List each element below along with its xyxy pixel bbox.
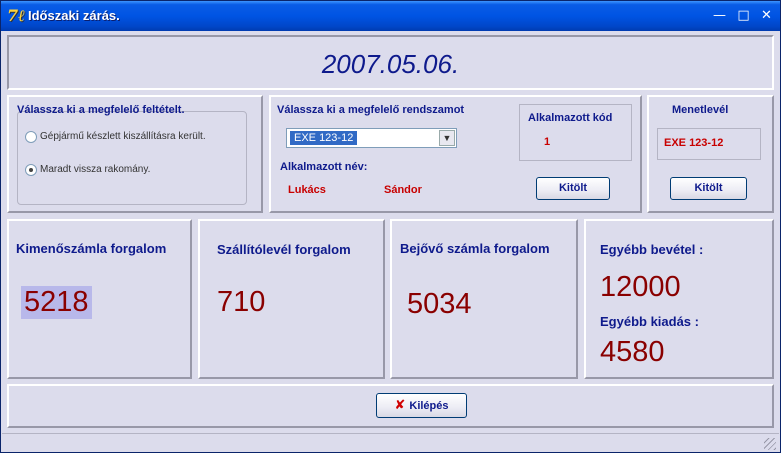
- main-window: 7ℓ Időszaki zárás. — □ ✕ 2007.05.06. Gép…: [0, 0, 781, 453]
- delivery-note-label: Szállítólevél forgalom: [217, 242, 351, 257]
- route-sheet-value: EXE 123-12: [664, 137, 724, 149]
- radio-remaining-load-label[interactable]: Maradt vissza rakomány.: [40, 164, 150, 175]
- employee-last-name: Sándor: [384, 184, 422, 196]
- delivery-note-value: 710: [217, 286, 266, 318]
- radio-delivered[interactable]: [25, 131, 37, 143]
- condition-title: Válassza ki a megfelelő feltételt.: [17, 104, 185, 116]
- incoming-invoice-value: 5034: [407, 288, 472, 320]
- app-logo-icon: 7ℓ: [7, 6, 25, 25]
- fill-vehicle-button[interactable]: Kitölt: [536, 177, 610, 200]
- chevron-down-icon[interactable]: ▼: [439, 130, 455, 146]
- date-panel: 2007.05.06.: [7, 35, 774, 90]
- status-bar: [2, 433, 779, 452]
- outgoing-invoice-value: 5218: [21, 286, 92, 319]
- radio-delivered-label[interactable]: Gépjármű készlett kiszállításra került.: [40, 131, 206, 142]
- plate-select-value: EXE 123-12: [290, 131, 358, 145]
- radio-selected-dot: [29, 168, 33, 172]
- resize-grip-icon[interactable]: [764, 438, 776, 450]
- other-expense-label: Egyébb kiadás :: [600, 314, 699, 329]
- radio-remaining-load[interactable]: [25, 164, 37, 176]
- title-bar[interactable]: 7ℓ Időszaki zárás. — □ ✕: [1, 1, 780, 31]
- route-sheet-title: Menetlevél: [672, 104, 729, 116]
- fill-route-sheet-button[interactable]: Kitölt: [670, 177, 747, 200]
- condition-group: Gépjármű készlett kiszállításra került. …: [17, 111, 247, 205]
- exit-button[interactable]: ✘ Kilépés: [376, 393, 467, 418]
- outgoing-invoice-label: Kimenőszámla forgalom: [16, 241, 167, 256]
- plate-select[interactable]: EXE 123-12 ▼: [286, 128, 457, 148]
- other-income-value: 12000: [600, 271, 681, 303]
- maximize-button[interactable]: □: [733, 7, 754, 26]
- close-button[interactable]: ✕: [756, 7, 777, 26]
- window-title: Időszaki zárás.: [28, 8, 120, 23]
- exit-button-label: Kilépés: [409, 400, 449, 412]
- period-date: 2007.05.06.: [321, 49, 460, 79]
- other-expense-value: 4580: [600, 336, 665, 368]
- close-x-icon: ✘: [394, 398, 406, 413]
- employee-name-label: Alkalmazott név:: [280, 161, 368, 173]
- employee-first-name: Lukács: [288, 184, 326, 196]
- employee-code-value: 1: [544, 136, 551, 148]
- incoming-invoice-label: Bejővő számla forgalom: [400, 241, 550, 256]
- vehicle-title: Válassza ki a megfelelő rendszamot: [277, 104, 465, 116]
- minimize-button[interactable]: —: [709, 7, 730, 26]
- other-income-label: Egyébb bevétel :: [600, 242, 704, 257]
- employee-code-label: Alkalmazott kód: [528, 112, 613, 124]
